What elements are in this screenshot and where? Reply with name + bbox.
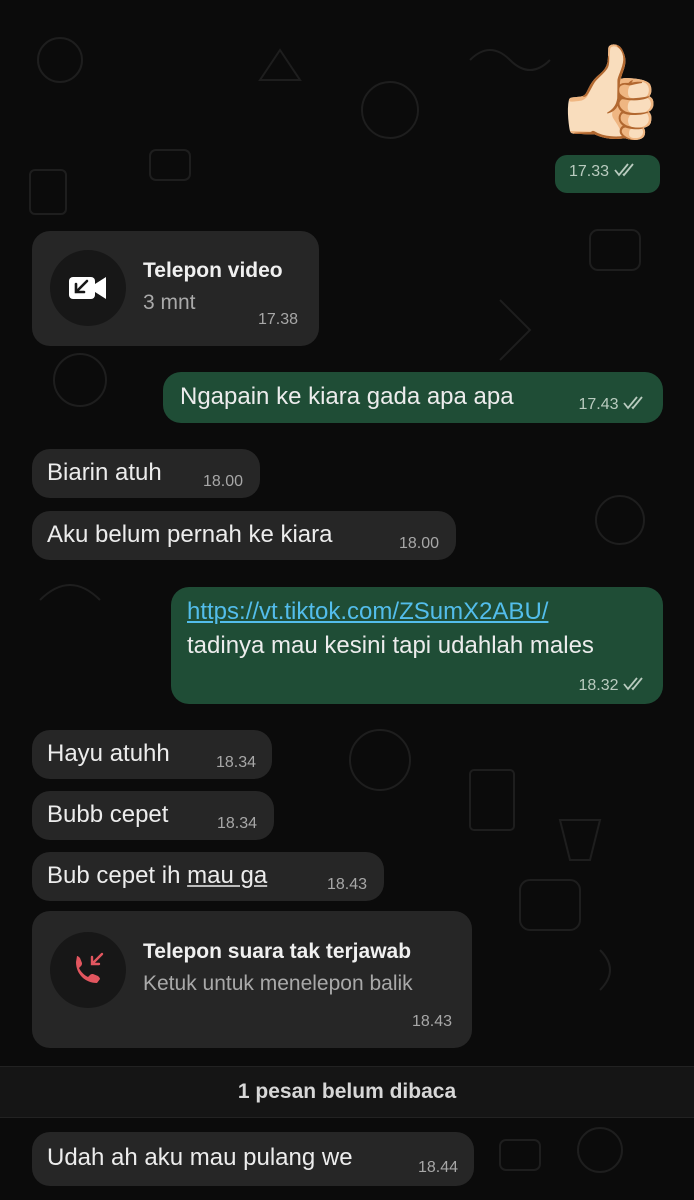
- message-bubble-incoming[interactable]: Udah ah aku mau pulang we 18.44: [32, 1132, 474, 1186]
- double-check-icon: [623, 677, 643, 691]
- call-title: Telepon suara tak terjawab: [143, 940, 412, 963]
- call-subtitle: Ketuk untuk menelepon balik: [143, 972, 413, 995]
- missed-call-icon: [50, 932, 126, 1008]
- double-check-icon: [623, 396, 643, 410]
- unread-divider: 1 pesan belum dibaca: [0, 1066, 694, 1118]
- call-title: Telepon video: [143, 259, 283, 282]
- message-text: Udah ah aku mau pulang we: [47, 1144, 353, 1171]
- message-bubble-incoming[interactable]: Aku belum pernah ke kiara 18.00: [32, 511, 456, 560]
- missed-call-bubble[interactable]: Telepon suara tak terjawab Ketuk untuk m…: [32, 911, 472, 1048]
- thumbs-up-sticker[interactable]: 👍🏻: [552, 38, 667, 146]
- message-time: 17.33: [569, 163, 610, 180]
- message-text-plain: Bub cepet ih: [47, 862, 188, 889]
- video-call-icon: [50, 250, 126, 326]
- message-time: 18.00: [202, 473, 243, 490]
- message-time: 18.32: [578, 677, 619, 694]
- message-time: 18.34: [216, 815, 257, 832]
- message-time: 18.44: [417, 1159, 458, 1176]
- message-bubble-incoming[interactable]: Hayu atuhh 18.34: [32, 730, 272, 779]
- message-bubble-outgoing[interactable]: https://vt.tiktok.com/ZSumX2ABU/ tadinya…: [171, 587, 663, 704]
- double-check-icon: [613, 163, 634, 177]
- message-time: 18.34: [215, 754, 256, 771]
- message-bubble-incoming[interactable]: Bubb cepet 18.34: [32, 791, 274, 840]
- message-time: 18.43: [326, 876, 367, 893]
- video-call-bubble[interactable]: Telepon video 3 mnt 17.38: [32, 231, 319, 346]
- message-text: Ngapain ke kiara gada apa apa: [180, 383, 514, 410]
- message-time: 18.00: [398, 535, 439, 552]
- message-bubble-outgoing[interactable]: Ngapain ke kiara gada apa apa 17.43: [163, 372, 663, 423]
- message-bubble-incoming[interactable]: Bub cepet ih mau ga 18.43: [32, 852, 384, 901]
- message-bubble-incoming[interactable]: Biarin atuh 18.00: [32, 449, 260, 498]
- message-time: 17.43: [578, 396, 619, 413]
- message-text: Bubb cepet: [47, 801, 169, 828]
- message-text: Biarin atuh: [47, 459, 162, 486]
- message-text: Aku belum pernah ke kiara: [47, 521, 333, 548]
- call-subtitle: 3 mnt: [143, 291, 196, 314]
- sticker-time-bubble: 17.33: [555, 155, 660, 193]
- message-time: 18.43: [411, 1013, 452, 1030]
- message-link[interactable]: https://vt.tiktok.com/ZSumX2ABU/: [187, 596, 548, 628]
- message-text: Bub cepet ih mau ga: [47, 860, 267, 892]
- message-text-underlined: mau ga: [187, 862, 268, 889]
- message-text: Hayu atuhh: [47, 740, 170, 767]
- message-time: 17.38: [257, 311, 298, 328]
- message-text: tadinya mau kesini tapi udahlah males: [187, 632, 594, 659]
